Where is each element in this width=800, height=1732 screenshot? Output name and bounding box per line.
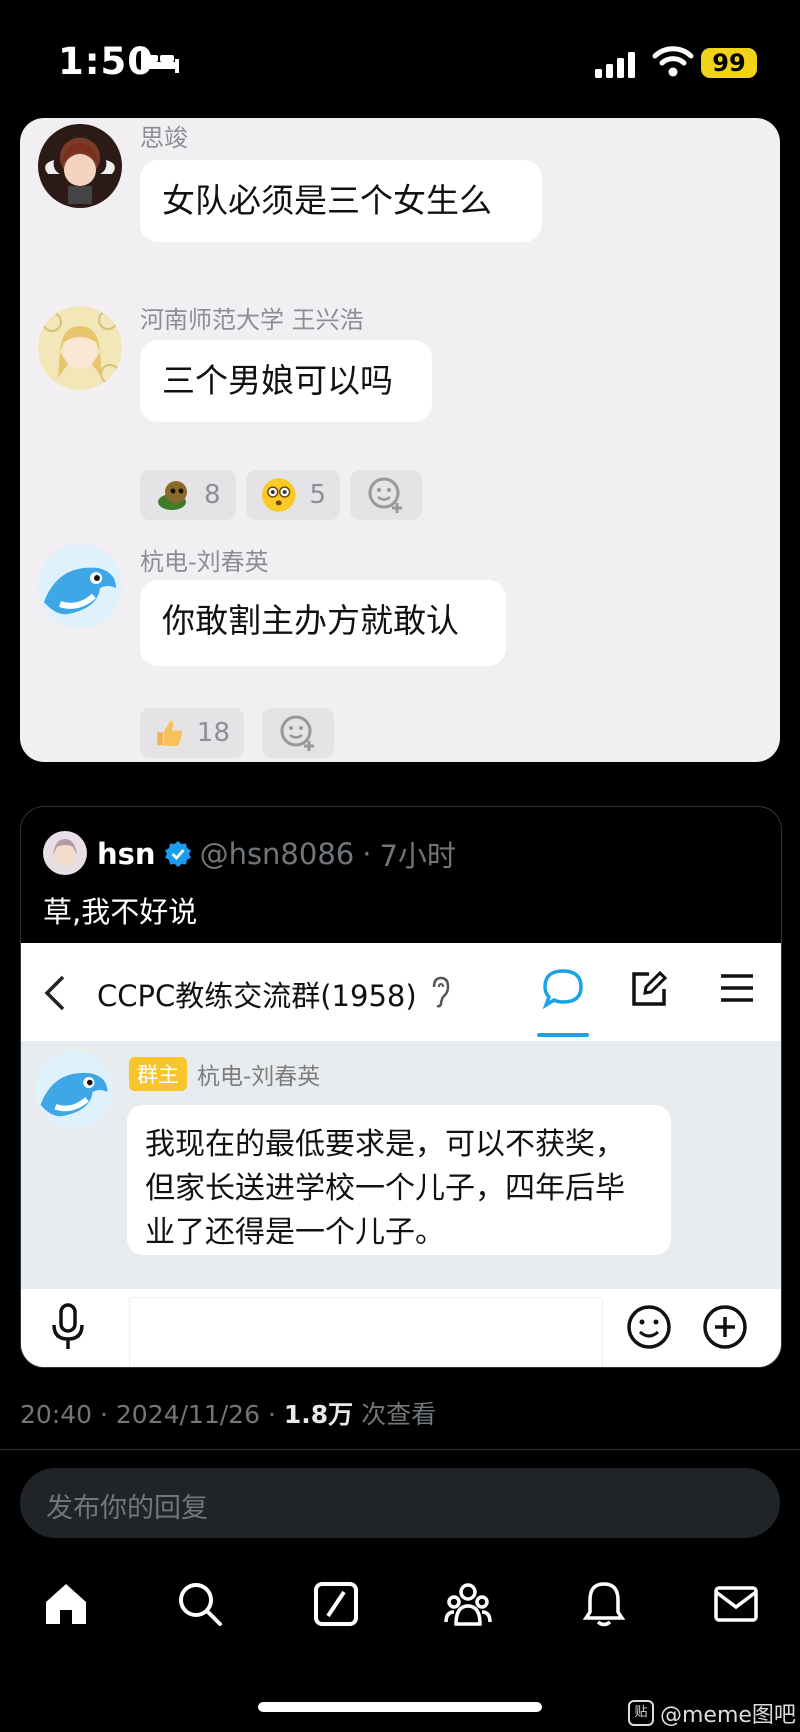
menu-icon: [721, 974, 753, 1002]
message-bubble: 我现在的最低要求是，可以不获奖，但家长送进学校一个儿子，四年后毕业了还得是一个儿…: [127, 1105, 671, 1255]
message-bubble[interactable]: 女队必须是三个女生么: [140, 160, 542, 242]
anime-girl-avatar-icon: [45, 143, 115, 204]
reaction-chip[interactable]: 5: [246, 470, 340, 520]
reaction-count: 8: [204, 480, 221, 510]
add-emoji-icon: [368, 477, 402, 513]
reaction-chip[interactable]: 18: [140, 708, 244, 758]
user-handle[interactable]: @hsn8086: [200, 837, 355, 871]
microphone-icon: [52, 1303, 84, 1349]
user-avatar-icon: [53, 839, 77, 866]
dolphin-avatar-icon: [44, 567, 116, 615]
ear-icon: [432, 976, 450, 1008]
edit-note-icon: [632, 970, 668, 1006]
post-date: 2024/11/26: [115, 1400, 260, 1429]
verified-badge-icon: [164, 841, 191, 867]
search-icon[interactable]: [176, 1580, 224, 1628]
watermark-text: @meme图吧: [660, 1703, 796, 1728]
watermark: 贴 @meme图吧: [628, 1697, 796, 1729]
sender-name: 思竣: [140, 124, 188, 152]
post-meta: 20:40 · 2024/11/26 · 1.8万 次查看: [20, 1395, 436, 1431]
group-title: CCPC教练交流群(1958): [97, 979, 417, 1013]
grok-icon[interactable]: [312, 1580, 360, 1628]
add-reaction-button[interactable]: [262, 708, 334, 758]
back-arrow-icon: [44, 975, 65, 1011]
view-count: 1.8万: [283, 1400, 354, 1429]
messages-envelope-icon[interactable]: [712, 1580, 760, 1628]
post-time: 20:40: [20, 1400, 93, 1429]
message-bubble[interactable]: 你敢割主办方就敢认: [140, 580, 506, 666]
group-header: CCPC教练交流群(1958): [21, 943, 781, 1041]
avatar[interactable]: [38, 124, 122, 208]
view-count-label: 次查看: [361, 1400, 437, 1429]
embedded-image[interactable]: CCPC教练交流群(1958) 群主 杭电-刘春英 我现在的最低要求是，可以不获…: [21, 943, 781, 1367]
sender-name: 杭电-刘春英: [140, 548, 269, 576]
message-bubble[interactable]: 三个男娘可以吗: [140, 340, 432, 422]
chat-screenshot-card: 思竣 女队必须是三个女生么 河南师范大学 王兴浩 三个男娘可以吗 8 5 杭电-…: [20, 118, 780, 762]
input-bar: [21, 1289, 781, 1367]
display-name[interactable]: hsn: [97, 837, 156, 871]
flushed-face-emoji-icon: [261, 478, 296, 512]
watermark-logo-icon: 贴: [628, 1700, 654, 1726]
dolphin-avatar-icon: [40, 1072, 108, 1117]
bed-icon: [141, 51, 179, 73]
active-tab-indicator: [537, 1033, 589, 1037]
message-input: [129, 1297, 603, 1367]
separator-dot: ·: [267, 1400, 284, 1429]
add-reaction-button[interactable]: [350, 470, 422, 520]
sender-row: 群主 杭电-刘春英: [129, 1057, 320, 1091]
divider: [0, 1449, 800, 1450]
avatar[interactable]: [43, 831, 87, 875]
sender-name: 杭电-刘春英: [197, 1064, 321, 1090]
post-header: hsn @hsn8086 · 7小时: [97, 833, 456, 875]
avatar[interactable]: [35, 1051, 113, 1129]
battery-indicator: 99: [701, 48, 757, 78]
blonde-girl-avatar-icon: [42, 310, 120, 384]
sender-name: 河南师范大学 王兴浩: [140, 306, 364, 334]
avatar[interactable]: [38, 306, 122, 390]
turtle-emoji-icon: [158, 481, 187, 510]
post-text: 草,我不好说: [43, 895, 198, 929]
separator-dot: ·: [362, 837, 372, 871]
add-emoji-icon: [280, 715, 314, 751]
notifications-bell-icon[interactable]: [580, 1580, 628, 1628]
separator-dot: ·: [100, 1400, 116, 1429]
reply-placeholder: 发布你的回复: [46, 1493, 208, 1524]
post-time-ago: 7小时: [379, 839, 456, 873]
home-indicator: [258, 1702, 542, 1712]
group-owner-badge: 群主: [129, 1057, 187, 1091]
signal-icon: [595, 52, 635, 78]
home-icon[interactable]: [42, 1580, 90, 1628]
wifi-icon: [652, 46, 694, 77]
chat-bubble-icon: [542, 969, 583, 1010]
emoji-icon: [627, 1305, 671, 1349]
quoted-post-card[interactable]: hsn @hsn8086 · 7小时 草,我不好说 CCPC教练交流群(1958…: [20, 806, 782, 1368]
reaction-count: 18: [196, 718, 230, 748]
reaction-count: 5: [309, 480, 326, 510]
communities-icon[interactable]: [444, 1580, 492, 1628]
reaction-chip[interactable]: 8: [140, 470, 236, 520]
plus-icon: [703, 1305, 747, 1349]
avatar[interactable]: [38, 544, 122, 628]
thumbs-up-emoji-icon: [157, 720, 183, 747]
